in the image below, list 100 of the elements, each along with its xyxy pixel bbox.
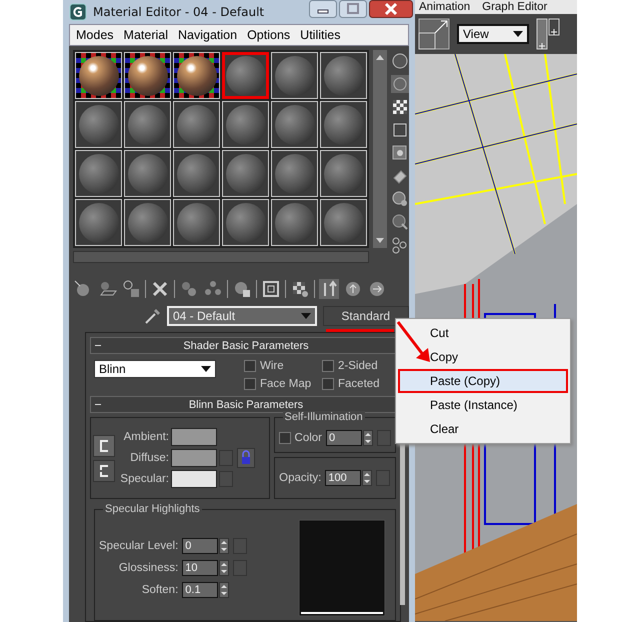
number-field[interactable]: 0 (326, 430, 362, 446)
spinner-arrows-icon[interactable] (363, 430, 373, 446)
number-field[interactable]: 0.1 (182, 582, 218, 598)
number-field[interactable]: 10 (182, 560, 218, 576)
checker-sphere-icon[interactable] (290, 279, 310, 299)
square-icon[interactable] (391, 121, 409, 139)
color-swatch[interactable] (171, 470, 217, 488)
link-button[interactable] (93, 460, 115, 482)
context-menu-item[interactable]: Copy (398, 345, 568, 369)
material-slot[interactable] (124, 199, 171, 246)
close-button[interactable] (369, 0, 413, 18)
checker-icon[interactable] (391, 98, 409, 116)
highlight-curve-graph[interactable] (299, 520, 385, 616)
context-menu-item[interactable]: Paste (Copy) (398, 369, 568, 393)
dropdown-caret-icon[interactable] (513, 31, 523, 37)
view-dropdown[interactable]: View (457, 24, 529, 44)
spinner-arrows-icon[interactable] (219, 560, 230, 576)
material-name-dropdown[interactable]: 04 - Default (167, 306, 317, 326)
delete-icon[interactable] (150, 279, 170, 299)
material-slot[interactable] (271, 199, 318, 246)
rollout-header[interactable]: Shader Basic Parameters (90, 337, 396, 354)
sphere-cube-icon[interactable] (121, 279, 141, 299)
context-menu-item[interactable]: Clear (398, 417, 568, 441)
material-slot[interactable] (320, 199, 367, 246)
menu-item[interactable]: Utilities (300, 28, 340, 42)
material-slot[interactable] (320, 101, 367, 148)
material-slot[interactable] (173, 101, 220, 148)
checkbox-label: Faceted (338, 378, 380, 390)
number-field[interactable]: 0 (182, 538, 218, 554)
material-slot[interactable] (75, 52, 122, 99)
color-label: Ambient: (122, 431, 169, 443)
eyedropper-icon[interactable] (143, 306, 161, 326)
material-slot[interactable] (124, 150, 171, 197)
color-label: Specular: (119, 473, 169, 485)
sphere-save-icon[interactable] (232, 279, 252, 299)
spheres-copy-icon[interactable] (179, 279, 199, 299)
material-slot[interactable] (75, 150, 122, 197)
scroll-down-icon[interactable] (375, 237, 385, 245)
app-logo-icon[interactable] (69, 2, 87, 21)
menu-item[interactable]: Material (124, 28, 168, 42)
material-slot[interactable] (124, 101, 171, 148)
menu-item[interactable]: Options (247, 28, 290, 42)
sphere-up-icon[interactable] (343, 279, 363, 299)
pointer-arrow (396, 320, 432, 364)
square-target-icon[interactable] (261, 279, 281, 299)
material-slot[interactable] (173, 199, 220, 246)
material-slot[interactable] (320, 52, 367, 99)
checkbox-label: Face Map (260, 378, 312, 390)
material-slot[interactable] (75, 101, 122, 148)
material-slot[interactable] (222, 101, 269, 148)
lock-icon[interactable] (237, 448, 255, 468)
menu-item[interactable]: Navigation (178, 28, 238, 42)
color-swatch[interactable] (171, 449, 217, 467)
window-title: Material Editor - 04 - Default (93, 4, 266, 19)
color-swatch[interactable] (171, 428, 217, 446)
material-slot[interactable] (271, 101, 318, 148)
material-slot[interactable] (222, 150, 269, 197)
material-slot[interactable] (75, 199, 122, 246)
scroll-up-icon[interactable] (375, 53, 385, 61)
sphere-icon[interactable] (391, 52, 409, 70)
horizontal-scrollbar[interactable] (73, 251, 369, 263)
material-slot[interactable] (173, 150, 220, 197)
field-label: Specular Level: (99, 540, 178, 552)
material-slot[interactable] (222, 199, 269, 246)
material-slot[interactable] (320, 150, 367, 197)
menu-item[interactable]: Animation (419, 1, 470, 13)
field-label: Opacity: (279, 472, 322, 484)
underline-mark (326, 329, 394, 332)
sphere-outline-icon[interactable] (391, 75, 409, 93)
rollout-header[interactable]: Blinn Basic Parameters (90, 396, 396, 413)
checkbox[interactable] (244, 360, 256, 372)
material-slot[interactable] (124, 52, 171, 99)
material-slot[interactable] (173, 52, 220, 99)
sphere-right-icon[interactable] (367, 279, 387, 299)
spinner-arrows-icon[interactable] (219, 538, 230, 554)
checkbox[interactable] (322, 378, 334, 390)
field-label: Soften: (142, 584, 178, 596)
shader-dropdown[interactable]: Blinn (94, 360, 216, 378)
checkbox[interactable] (322, 360, 334, 372)
number-field[interactable]: 100 (325, 470, 362, 486)
material-type-button[interactable]: Standard (322, 306, 409, 326)
checkbox[interactable] (244, 378, 256, 390)
material-map-icon[interactable] (391, 236, 409, 254)
minimize-button[interactable] (309, 0, 337, 18)
spinner-arrows-icon[interactable] (219, 582, 230, 598)
material-slot[interactable] (271, 150, 318, 197)
checkbox-label: Wire (260, 360, 284, 372)
context-menu-item[interactable]: Paste (Instance) (398, 393, 568, 417)
menu-item[interactable]: Graph Editor (482, 1, 548, 13)
checkbox-label: 2-Sided (338, 360, 378, 372)
spinner-arrows-icon[interactable] (362, 470, 372, 486)
group-title: Self-Illumination (282, 411, 365, 423)
dropdown-caret-icon[interactable] (201, 366, 211, 372)
checkbox[interactable] (278, 432, 291, 444)
vertical-scrollbar[interactable] (373, 50, 387, 248)
material-slot[interactable] (271, 52, 318, 99)
link-button[interactable] (93, 434, 115, 456)
color-label: Diffuse: (129, 452, 169, 464)
group-title: Specular Highlights (103, 503, 202, 515)
menu-item[interactable]: Modes (76, 28, 114, 42)
